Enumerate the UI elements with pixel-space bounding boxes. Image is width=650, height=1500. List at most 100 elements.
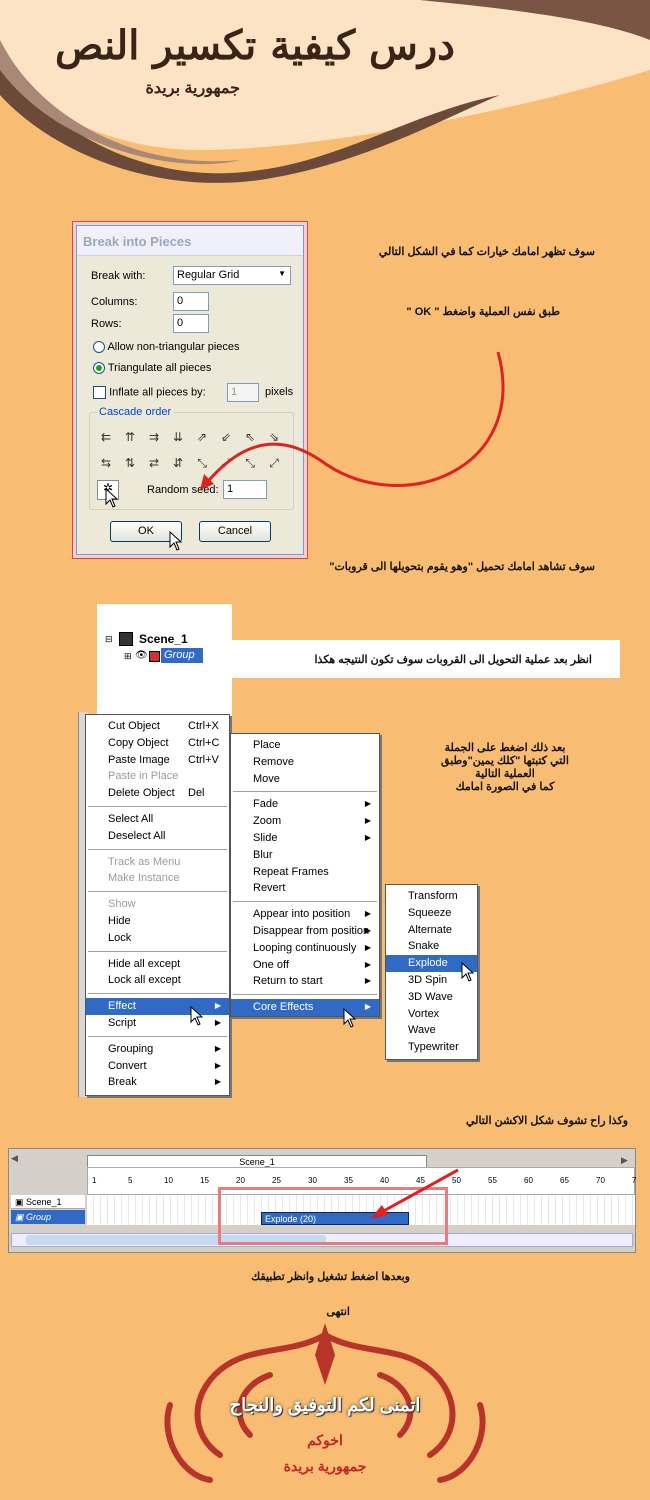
menu-item-show[interactable]: Show — [86, 896, 229, 913]
menu-item-copy-object[interactable]: Copy Object Ctrl+C — [86, 735, 229, 752]
collapse-icon[interactable]: ⊟ — [105, 634, 113, 645]
eye-icon[interactable]: 👁 — [135, 650, 148, 661]
submenu-arrow-icon: ▶ — [214, 1017, 221, 1027]
menu-item-zoom[interactable]: Zoom ▶ — [231, 813, 379, 830]
menu-item-3d-wave[interactable]: 3D Wave — [386, 989, 477, 1006]
mouse-cursor-icon — [169, 531, 183, 551]
instruction-step4: انظر بعد عملية التحويل الى القروبات سوف … — [314, 654, 592, 666]
menu-item-label: Convert — [108, 1059, 147, 1072]
red-pointer-arrow — [370, 1168, 459, 1219]
menu-item-remove[interactable]: Remove — [231, 754, 379, 771]
scene-name[interactable]: Scene_1 — [139, 632, 188, 646]
page-title: درس كيفية تكسير النص — [54, 22, 455, 69]
step5-line: كما في الصورة امامك — [455, 781, 555, 793]
menu-item-vortex[interactable]: Vortex — [386, 1006, 477, 1023]
timeline-row-scene-label: Scene_1 — [26, 1197, 62, 1207]
menu-item-paste-in-place[interactable]: Paste in Place — [86, 768, 229, 785]
menu-item-track-as-menu[interactable]: Track as Menu — [86, 854, 229, 871]
menu-item-label: Place — [253, 739, 281, 751]
submenu-arrow-icon: ▶ — [214, 1077, 221, 1087]
expand-icon[interactable]: ⊞ — [124, 651, 132, 662]
menu-item-label: 3D Spin — [408, 973, 448, 986]
timeline-row-group[interactable]: ▣ Group — [11, 1210, 85, 1224]
menu-item-select-all[interactable]: Select All — [86, 811, 229, 828]
submenu-arrow-icon: ▶ — [364, 799, 371, 809]
submenu-arrow-icon: ▶ — [214, 1060, 221, 1070]
menu-item-looping-continuously[interactable]: Looping continuously ▶ — [231, 940, 379, 957]
timeline-row-scene[interactable]: ▣ Scene_1 — [11, 1195, 85, 1209]
menu-item-convert[interactable]: Convert ▶ — [86, 1058, 229, 1075]
effect-submenu: Place Remove Move Fade ▶ Zoom ▶ Slide ▶ Blur Repea… — [230, 733, 380, 1017]
menu-item-label: Wave — [408, 1024, 436, 1037]
menu-item-fade[interactable]: Fade ▶ — [231, 796, 379, 813]
step5-line: التي كتبتها "كلك يمين"وطبق — [441, 755, 569, 767]
page-subtitle: جمهورية بريدة — [145, 80, 241, 97]
menu-item-slide[interactable]: Slide ▶ — [231, 830, 379, 847]
group-icon — [149, 651, 160, 662]
menu-item-one-off[interactable]: One off ▶ — [231, 957, 379, 974]
menu-item-label: Disappear from position — [253, 924, 370, 937]
scroll-left-icon[interactable]: ◀ — [11, 1153, 79, 1167]
menu-item-cut-object[interactable]: Cut Object Ctrl+X — [86, 718, 229, 735]
menu-item-paste-image[interactable]: Paste Image Ctrl+V — [86, 752, 229, 769]
columns-input[interactable]: 0 — [173, 292, 209, 311]
menu-item-label: Lock — [108, 931, 132, 944]
scene-panel: ⊟ Scene_1 ⊞ 👁 Group — [97, 604, 232, 720]
menu-item-alternate[interactable]: Alternate — [386, 922, 477, 939]
menu-item-snake[interactable]: Snake — [386, 938, 477, 955]
footer-signature: جمهورية بريدة — [283, 1458, 367, 1474]
scene-icon — [119, 632, 133, 646]
menu-item-repeat-frames[interactable]: Repeat Frames — [231, 864, 379, 881]
menu-item-hide-all-except[interactable]: Hide all except — [86, 956, 229, 973]
menu-item-wave[interactable]: Wave — [386, 1022, 477, 1039]
menu-item-lock-all-except[interactable]: Lock all except — [86, 972, 229, 989]
menu-item-label: Return to start — [253, 975, 323, 988]
menu-item-label: Paste in Place — [108, 770, 179, 783]
menu-item-label: Blur — [253, 848, 273, 861]
menu-separator — [88, 1035, 227, 1037]
menu-item-typewriter[interactable]: Typewriter — [386, 1039, 477, 1056]
scene-note-box: انظر بعد عملية التحويل الى القروبات سوف … — [232, 640, 620, 678]
menu-item-delete-object[interactable]: Delete Object Del — [86, 785, 229, 802]
menu-item-deselect-all[interactable]: Deselect All — [86, 828, 229, 845]
menu-item-label: Paste Image — [108, 753, 170, 766]
break-with-select[interactable]: Regular Grid ▼ — [173, 266, 291, 285]
menu-item-break[interactable]: Break ▶ — [86, 1074, 229, 1091]
timeline-tick-label: 25 — [272, 1176, 281, 1185]
menu-item-shortcut: Del — [188, 787, 205, 800]
menu-item-blur[interactable]: Blur — [231, 847, 379, 864]
timeline-tick-label: 60 — [524, 1176, 533, 1185]
instruction-step2: طبق نفس العملية واضغط " OK " — [406, 306, 560, 318]
menu-item-make-instance[interactable]: Make Instance — [86, 870, 229, 887]
group-item[interactable]: Group — [161, 648, 203, 663]
menu-item-label: Core Effects — [253, 1001, 314, 1014]
menu-item-place[interactable]: Place — [231, 737, 379, 754]
menu-item-transform[interactable]: Transform — [386, 888, 477, 905]
scroll-right-icon[interactable]: ▶ — [621, 1155, 628, 1166]
menu-item-appear-into-position[interactable]: Appear into position ▶ — [231, 906, 379, 923]
menu-item-move[interactable]: Move — [231, 771, 379, 788]
columns-label: Columns: — [91, 296, 138, 308]
menu-item-grouping[interactable]: Grouping ▶ — [86, 1041, 229, 1058]
menu-item-label: Repeat Frames — [253, 865, 329, 878]
cancel-button[interactable]: Cancel — [199, 521, 271, 542]
menu-item-script[interactable]: Script ▶ — [86, 1015, 229, 1032]
submenu-arrow-icon: ▶ — [364, 959, 371, 969]
menu-item-label: Zoom — [253, 815, 282, 828]
menu-item-hide[interactable]: Hide — [86, 913, 229, 930]
rows-input[interactable]: 0 — [173, 314, 209, 333]
menu-item-label: Lock all except — [108, 974, 181, 987]
menu-item-disappear-from-position[interactable]: Disappear from position ▶ — [231, 923, 379, 940]
menu-item-effect[interactable]: Effect ▶ — [86, 998, 229, 1015]
menu-item-revert[interactable]: Revert — [231, 880, 379, 897]
menu-item-squeeze[interactable]: Squeeze — [386, 905, 477, 922]
header-banner: درس كيفية تكسير النص جمهورية بريدة — [0, 0, 650, 185]
menu-item-label: 3D Wave — [408, 990, 453, 1003]
menu-item-label: Fade — [253, 798, 279, 811]
chevron-down-icon: ▼ — [278, 269, 286, 278]
menu-item-label: Make Instance — [108, 872, 180, 885]
menu-item-label: Delete Object — [108, 787, 175, 800]
menu-item-lock[interactable]: Lock — [86, 930, 229, 947]
timeline-row-group-label: Group — [26, 1212, 52, 1222]
menu-item-return-to-start[interactable]: Return to start ▶ — [231, 973, 379, 990]
